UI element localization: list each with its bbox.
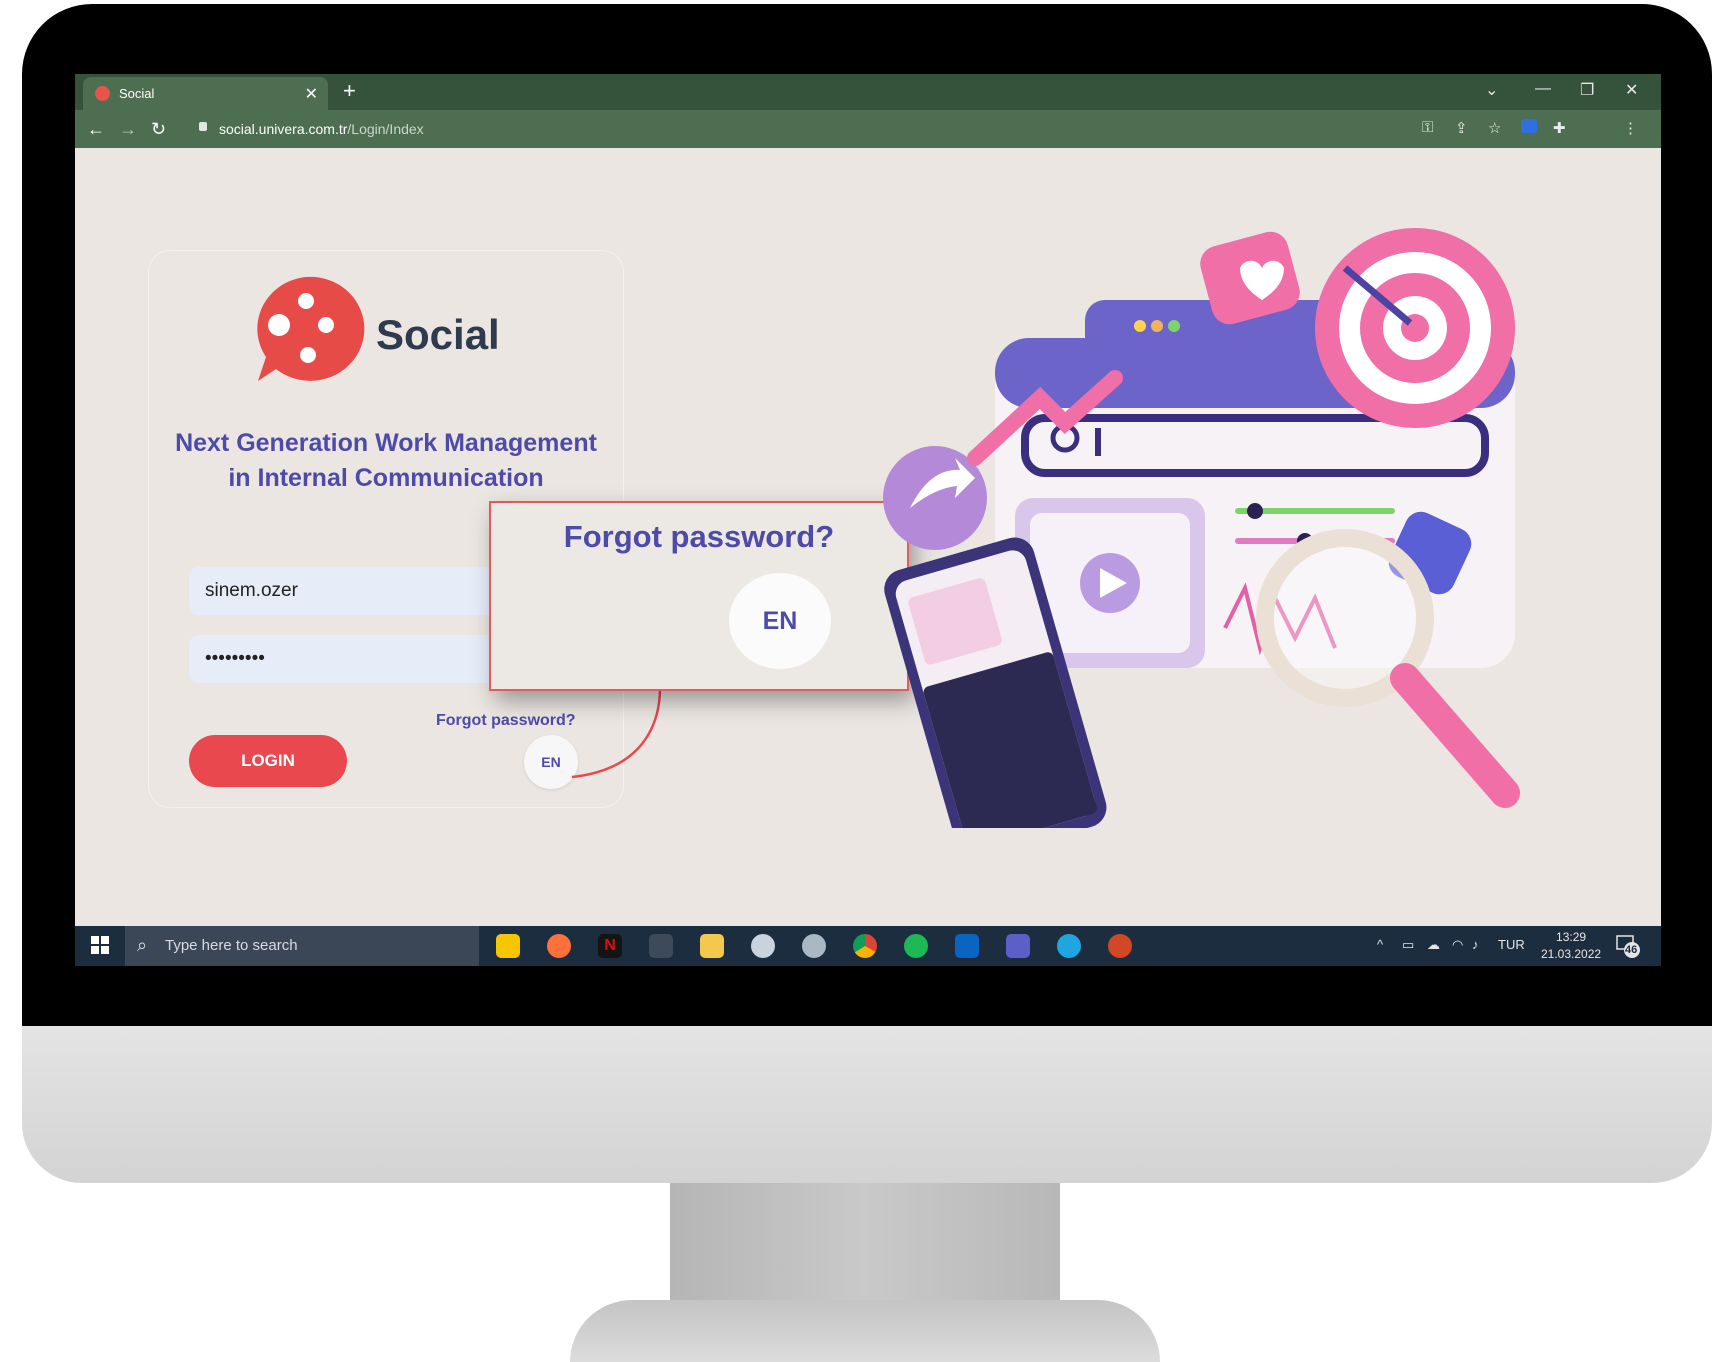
minimize-icon[interactable]: — [1535, 80, 1551, 98]
forward-icon[interactable]: → [119, 119, 137, 140]
callout-forgot-password: Forgot password? [563, 519, 835, 554]
back-icon[interactable]: ← [87, 119, 105, 140]
teams-icon[interactable] [1006, 934, 1030, 958]
edge-icon[interactable] [1057, 934, 1081, 958]
wifi-icon[interactable]: ◠ [1452, 937, 1463, 953]
callout-language-button: EN [729, 573, 831, 669]
callout-arrow [571, 615, 731, 779]
taskbar: ⌕ Type here to search N ^ ▭ ☁ ◠ ♪ TUR 13… [75, 926, 1661, 966]
extensions-puzzle-icon[interactable]: ✚ [1553, 119, 1566, 137]
search-placeholder: Type here to search [165, 937, 298, 954]
extension-icon[interactable] [1521, 119, 1537, 133]
browser-tab-bar: Social ✕ + ⌄ — ❐ ✕ [75, 74, 1661, 110]
snipping-icon[interactable] [649, 934, 673, 958]
monitor-stand [670, 1183, 1060, 1311]
url-text: social.univera.com.tr/Login/Index [219, 121, 424, 137]
clock-date: 21.03.2022 [1541, 947, 1602, 961]
password-key-icon[interactable]: ⚿ [1422, 119, 1433, 136]
browser-toolbar: ← → ↻ social.univera.com.tr/Login/Index … [75, 110, 1661, 148]
menu-icon[interactable]: ⋮ [1623, 119, 1638, 137]
restore-icon[interactable]: ❐ [1580, 80, 1594, 100]
powerpoint-icon[interactable] [1108, 934, 1132, 958]
lock-icon [199, 122, 207, 131]
onedrive-icon[interactable]: ☁ [1427, 937, 1440, 953]
volume-icon[interactable]: ♪ [1472, 937, 1479, 952]
windows-start-icon[interactable] [91, 936, 109, 954]
outlook-icon[interactable] [955, 934, 979, 958]
close-window-icon[interactable]: ✕ [1625, 80, 1638, 100]
notification-count: 46 [1625, 944, 1638, 956]
sticky-notes-icon[interactable] [496, 934, 520, 958]
screen: Social ✕ + ⌄ — ❐ ✕ ← → ↻ social.univera.… [75, 74, 1661, 966]
new-tab-icon[interactable]: + [343, 78, 356, 104]
netflix-icon[interactable]: N [598, 934, 622, 958]
browser-tab[interactable]: Social ✕ [83, 77, 328, 110]
reload-icon[interactable]: ↻ [151, 119, 166, 140]
address-bar[interactable]: social.univera.com.tr/Login/Index [187, 114, 1487, 144]
share-icon[interactable]: ⇪ [1455, 119, 1468, 137]
paint-icon[interactable] [751, 934, 775, 958]
app-icon[interactable] [802, 934, 826, 958]
clock-time: 13:29 [1556, 930, 1587, 944]
file-explorer-icon[interactable] [700, 934, 724, 958]
bookmark-star-icon[interactable]: ☆ [1488, 119, 1501, 137]
spotify-icon[interactable] [904, 934, 928, 958]
tab-search-icon[interactable]: ⌄ [1485, 80, 1498, 100]
web-page: Social Next Generation Work Management i… [75, 148, 1661, 926]
zoom-callout: Forgot password? EN [489, 501, 909, 691]
chrome-icon[interactable] [853, 934, 877, 958]
close-tab-icon[interactable]: ✕ [305, 84, 318, 104]
social-favicon-icon [95, 86, 110, 101]
marketing-illustration [883, 228, 1520, 828]
notification-center-icon[interactable]: 46 [1615, 934, 1641, 958]
tray-expand-icon[interactable]: ^ [1377, 937, 1383, 952]
clock[interactable]: 13:29 21.03.2022 [1541, 929, 1601, 963]
firefox-icon[interactable] [547, 934, 571, 958]
battery-icon[interactable]: ▭ [1402, 937, 1414, 953]
taskbar-search-box[interactable]: ⌕ Type here to search [125, 926, 479, 966]
monitor-chin [22, 1026, 1712, 1183]
search-icon: ⌕ [137, 935, 148, 955]
tab-title: Social [119, 86, 155, 101]
monitor-foot [570, 1300, 1160, 1362]
input-language[interactable]: TUR [1498, 937, 1525, 952]
